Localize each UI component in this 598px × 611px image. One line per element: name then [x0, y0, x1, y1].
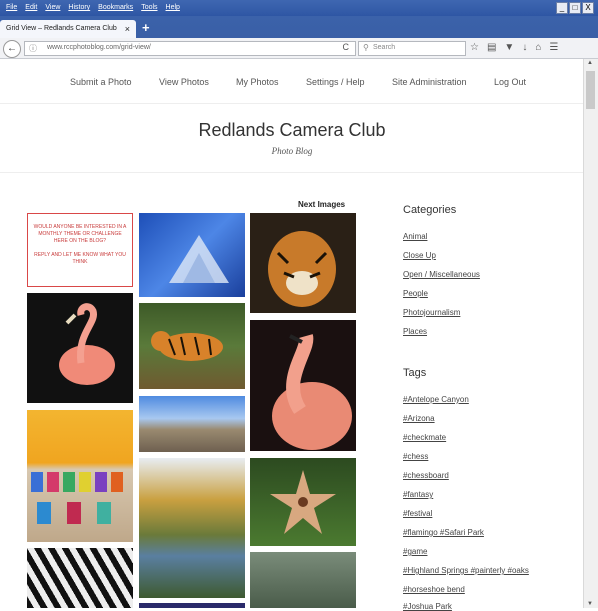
nav-view-photos[interactable]: View Photos [159, 77, 209, 87]
tag-chessboard[interactable]: #chessboard [403, 471, 449, 480]
note-card[interactable]: WOULD ANYONE BE INTERESTED IN A MONTHLY … [27, 213, 133, 287]
photo-tiger-walking[interactable] [139, 303, 245, 389]
category-photojournalism[interactable]: Photojournalism [403, 308, 460, 317]
url-text[interactable]: www.rccphotoblog.com/grid-view/ [47, 44, 151, 51]
menu-view[interactable]: View [45, 4, 60, 11]
home-icon[interactable]: ⌂ [535, 42, 541, 53]
tab-title: Grid View – Redlands Camera Club [6, 25, 117, 32]
nav-my-photos[interactable]: My Photos [236, 77, 279, 87]
category-animal[interactable]: Animal [403, 232, 427, 241]
photo-starfish-flower[interactable] [250, 458, 356, 546]
tab-grid-view[interactable]: Grid View – Redlands Camera Club × [0, 20, 136, 38]
tag-game[interactable]: #game [403, 547, 427, 556]
chairs-shape [31, 472, 123, 524]
menu-tools[interactable]: Tools [141, 4, 157, 11]
tag-joshua-park[interactable]: #Joshua Park [403, 602, 452, 611]
close-tab-icon[interactable]: × [125, 24, 130, 34]
info-icon[interactable]: ⓘ [29, 43, 37, 54]
tag-festival[interactable]: #festival [403, 509, 432, 518]
photo-tree-tunnel[interactable] [250, 552, 356, 608]
tag-highland-springs[interactable]: #Highland Springs #painterly #oaks [403, 566, 529, 575]
flamingo-shape [59, 303, 115, 385]
clipboard-icon[interactable]: ▤ [487, 42, 496, 53]
tiger-walking-shape [151, 331, 223, 361]
nav-log-out[interactable]: Log Out [494, 77, 526, 87]
nav-site-administration[interactable]: Site Administration [392, 77, 467, 87]
pocket-icon[interactable]: ▼ [504, 42, 514, 53]
photo-zebra[interactable] [27, 548, 133, 608]
star-icon[interactable]: ☆ [470, 42, 479, 53]
address-bar[interactable]: ⓘ www.rccphotoblog.com/grid-view/ C [24, 41, 356, 56]
search-placeholder: Search [373, 44, 396, 51]
tiger-portrait-shape [268, 231, 336, 307]
tag-checkmate[interactable]: #checkmate [403, 433, 446, 442]
nav-settings-help[interactable]: Settings / Help [306, 77, 365, 87]
maximize-button[interactable]: □ [569, 2, 581, 14]
tag-fantasy[interactable]: #fantasy [403, 490, 433, 499]
site-navigation: Submit a Photo View Photos My Photos Set… [0, 59, 584, 104]
category-places[interactable]: Places [403, 327, 427, 336]
starfish-flower-shape [270, 470, 336, 534]
search-input[interactable]: ⚲ Search [358, 41, 466, 56]
navigation-toolbar: ← ⓘ www.rccphotoblog.com/grid-view/ C ⚲ … [0, 38, 598, 59]
minimize-button[interactable]: _ [556, 2, 568, 14]
scrollbar-thumb[interactable] [586, 71, 595, 109]
site-subtitle: Photo Blog [271, 146, 313, 156]
menu-file[interactable]: File [6, 4, 17, 11]
site-title[interactable]: Redlands Camera Club [0, 120, 584, 141]
page-scrollbar[interactable]: ▲ ▼ [583, 59, 598, 608]
menu-edit[interactable]: Edit [25, 4, 37, 11]
photo-partial-col2[interactable] [139, 603, 245, 608]
category-close-up[interactable]: Close Up [403, 251, 436, 260]
scroll-down-icon[interactable]: ▼ [587, 601, 593, 607]
back-button[interactable]: ← [3, 40, 21, 58]
reload-icon[interactable]: C [343, 42, 350, 52]
scroll-up-icon[interactable]: ▲ [587, 60, 593, 66]
menu-help[interactable]: Help [166, 4, 180, 11]
photo-flamingo-closeup[interactable] [250, 320, 356, 451]
nav-submit-photo[interactable]: Submit a Photo [70, 77, 132, 87]
photo-flamingo-dark[interactable] [27, 293, 133, 403]
back-arrow-icon: ← [7, 43, 17, 54]
new-tab-button[interactable]: + [142, 20, 150, 35]
menu-bar: File Edit View History Bookmarks Tools H… [0, 0, 598, 16]
note-reply: REPLY AND LET ME KNOW WHAT YOU THINK [34, 252, 126, 265]
menu-bookmarks[interactable]: Bookmarks [98, 4, 133, 11]
site-header: Redlands Camera Club Photo Blog [0, 104, 584, 173]
photo-blue-architecture[interactable] [139, 213, 245, 297]
tag-flamingo-safari-park[interactable]: #flamingo #Safari Park [403, 528, 484, 537]
flamingo-closeup-shape [272, 334, 352, 450]
note-question: WOULD ANYONE BE INTERESTED IN A MONTHLY … [33, 224, 127, 244]
categories-heading: Categories [403, 204, 457, 216]
tag-arizona[interactable]: #Arizona [403, 414, 435, 423]
next-images-link[interactable]: Next Images [298, 200, 345, 209]
menu-history[interactable]: History [68, 4, 90, 11]
search-icon: ⚲ [363, 43, 369, 52]
tag-chess[interactable]: #chess [403, 452, 428, 461]
photo-panorama-landscape[interactable] [139, 396, 245, 452]
photo-colored-chairs[interactable] [27, 410, 133, 542]
tags-heading: Tags [403, 367, 427, 379]
tag-antelope-canyon[interactable]: #Antelope Canyon [403, 395, 469, 404]
category-open-miscellaneous[interactable]: Open / Miscellaneous [403, 270, 480, 279]
photo-autumn-lake[interactable] [139, 458, 245, 598]
menu-icon[interactable]: ☰ [549, 42, 558, 53]
category-people[interactable]: People [403, 289, 428, 298]
tab-strip: Grid View – Redlands Camera Club × + [0, 16, 598, 38]
close-window-button[interactable]: X [582, 2, 594, 14]
photo-tiger-portrait[interactable] [250, 213, 356, 313]
architecture-shape [169, 235, 229, 283]
tag-horseshoe-bend[interactable]: #horseshoe bend [403, 585, 465, 594]
download-icon[interactable]: ↓ [522, 42, 527, 53]
